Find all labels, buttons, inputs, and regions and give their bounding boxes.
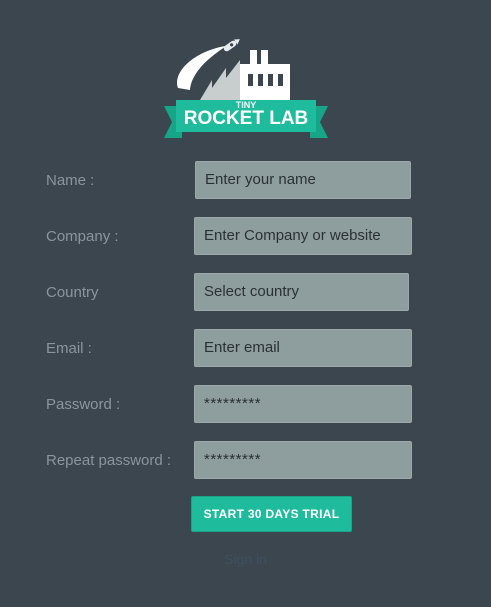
factory-roof-icon (200, 60, 240, 100)
country-row: Country Select country (0, 273, 491, 313)
company-input[interactable]: Enter Company or website (194, 217, 412, 255)
name-row: Name : Enter your name (0, 161, 491, 201)
rocket-icon (223, 39, 240, 52)
factory-building-icon (240, 50, 290, 100)
repeat-password-input[interactable]: ********* (194, 441, 412, 479)
email-label: Email : (46, 340, 92, 357)
email-row: Email : Enter email (0, 329, 491, 369)
logo-large-text: ROCKET LAB (184, 108, 309, 129)
country-select[interactable]: Select country (194, 273, 409, 311)
repeat-password-label: Repeat password : (46, 452, 172, 469)
company-label: Company : (46, 228, 119, 245)
start-trial-button[interactable]: START 30 DAYS TRIAL (191, 496, 352, 532)
repeat-password-row: Repeat password : ********* (0, 441, 491, 481)
email-input[interactable]: Enter email (194, 329, 412, 367)
signin-link-wrapper: Sign in (0, 551, 491, 567)
password-row: Password : ********* (0, 385, 491, 425)
password-input[interactable]: ********* (194, 385, 412, 423)
signin-link[interactable]: Sign in (224, 551, 267, 567)
tiny-rocket-lab-logo: TINY ROCKET LAB (164, 39, 328, 138)
company-row: Company : Enter Company or website (0, 217, 491, 257)
country-label: Country (46, 284, 99, 301)
name-input[interactable]: Enter your name (195, 161, 411, 199)
password-label: Password : (46, 396, 121, 413)
name-label: Name : (46, 172, 95, 189)
